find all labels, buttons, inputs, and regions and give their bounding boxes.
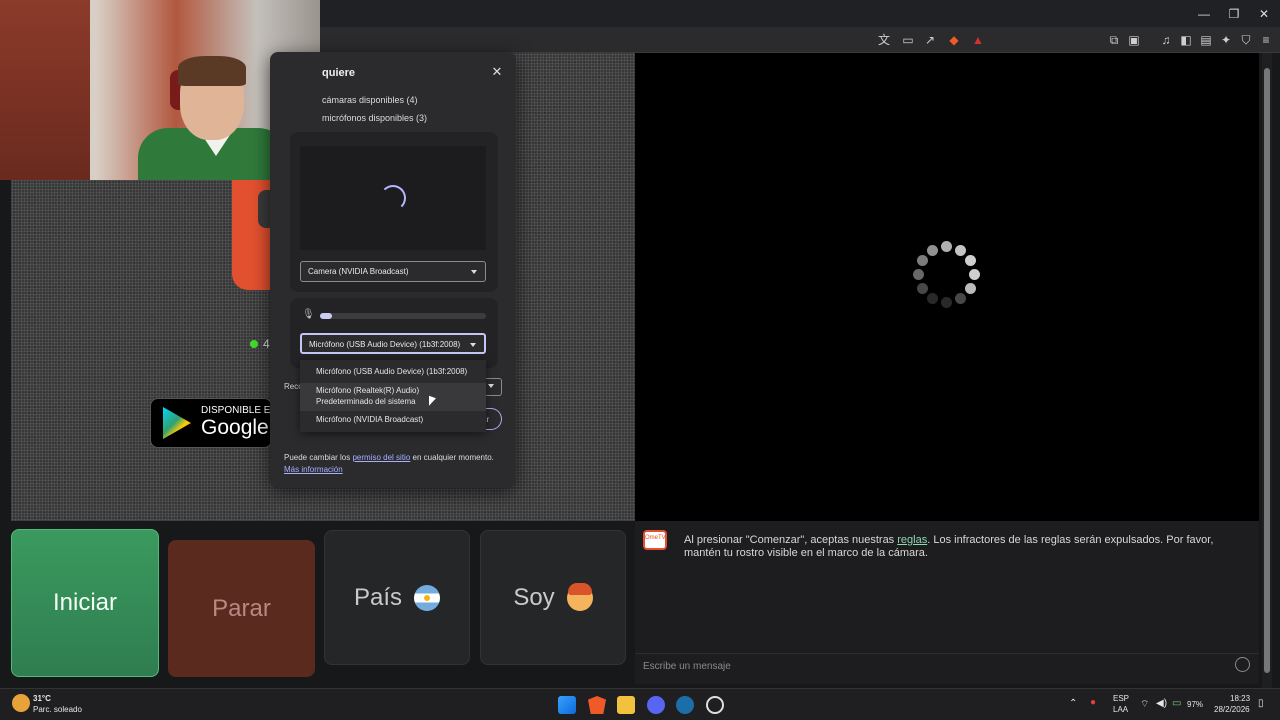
tray-mic-icon[interactable]: ● (1090, 697, 1096, 708)
gender-button[interactable]: Soy (480, 530, 626, 665)
gplay-caption: DISPONIBLE EN (201, 405, 272, 416)
mouse-cursor-icon (429, 395, 436, 409)
gplay-brand: Google (201, 416, 269, 439)
gender-label: Soy (513, 583, 555, 611)
online-count: 4 (263, 337, 270, 351)
mic-level-fill (320, 313, 332, 319)
wallet-icon[interactable]: ▤ (1198, 32, 1214, 48)
brave-icon[interactable] (588, 696, 606, 714)
language-bottom: LAA (1113, 705, 1129, 714)
language-top: ESP (1113, 694, 1130, 703)
media-icon[interactable]: ♫ (1158, 32, 1174, 48)
stop-label: Parar (212, 594, 271, 622)
dropdown-option-nvidia[interactable]: Micrófono (NVIDIA Broadcast) (300, 415, 486, 425)
chevron-down-icon (470, 343, 476, 347)
steam-icon[interactable] (676, 696, 694, 714)
microphone-select[interactable]: Micrófono (USB Audio Device) (1b3f:2008) (300, 333, 486, 354)
footer-text-post: en cualquier momento. (410, 453, 494, 462)
spinner-dot (927, 244, 938, 256)
close-icon[interactable]: ✕ (490, 65, 504, 79)
spinner-dot (955, 244, 966, 256)
battery-percent: 97% (1187, 700, 1204, 709)
chat-input[interactable]: Escribe un mensaje (635, 653, 1259, 677)
dropdown-option-realtek[interactable]: Micrófono (Realtek(R) Audio) (300, 386, 486, 396)
menu-icon[interactable]: ≡ (1258, 32, 1274, 48)
minimize-icon[interactable]: — (1196, 6, 1212, 22)
sidebar-icon[interactable]: ◧ (1178, 32, 1194, 48)
spinner-dot (916, 255, 928, 266)
windows-taskbar (0, 688, 1280, 720)
camera-select-value: Camera (NVIDIA Broadcast) (308, 267, 409, 276)
translate-icon[interactable]: 文 (876, 32, 892, 48)
site-permission-link[interactable]: permiso del sitio (352, 453, 410, 462)
wifi-icon[interactable]: ⌔ (1140, 698, 1149, 711)
country-label: País (353, 583, 403, 611)
windows-start-icon[interactable] (558, 696, 576, 714)
spinner-dot (913, 269, 924, 280)
restore-icon[interactable]: ❐ (1226, 6, 1242, 22)
discord-icon[interactable] (647, 696, 665, 714)
notifications-icon[interactable]: ▯ (1258, 698, 1264, 709)
share-icon[interactable]: ↗ (922, 32, 938, 48)
clock-date[interactable]: 28/2/2026 (1214, 705, 1250, 714)
footer-text-pre: Puede cambiar los (284, 453, 353, 462)
spinner-dot (969, 269, 980, 280)
obs-icon[interactable] (706, 696, 724, 714)
dialog-title: quiere (322, 67, 356, 79)
scrollbar-thumb[interactable] (1264, 68, 1270, 673)
chat-msg-pre: Al presionar "Comenzar", aceptas nuestra… (684, 534, 898, 546)
weather-temp: 31°C (33, 694, 51, 703)
vpn-icon[interactable]: ⛉ (1238, 32, 1254, 48)
dropdown-option-usb[interactable]: Micrófono (USB Audio Device) (1b3f:2008) (300, 367, 486, 377)
close-window-icon[interactable]: ✕ (1256, 6, 1272, 22)
more-info-link[interactable]: Más información (284, 465, 343, 474)
dropdown-option-realtek-sub: Predeterminado del sistema (316, 397, 416, 406)
country-button[interactable]: País (324, 530, 470, 665)
camera-select[interactable]: Camera (NVIDIA Broadcast) (300, 261, 486, 282)
tray-chevron-icon[interactable]: ⌃ (1069, 698, 1077, 709)
file-explorer-icon[interactable] (617, 696, 635, 714)
brave-shield-icon[interactable]: ◆ (946, 32, 962, 48)
argentina-flag-icon (414, 584, 441, 611)
ometv-logo-icon: OmeTV (643, 530, 667, 550)
microphone-select-value: Micrófono (USB Audio Device) (1b3f:2008) (309, 340, 461, 349)
cameras-available: cámaras disponibles (4) (322, 95, 418, 105)
online-indicator-icon (250, 340, 258, 348)
weather-desc: Parc. soleado (33, 705, 82, 714)
battery-icon[interactable]: ▭ (1172, 698, 1181, 709)
google-play-icon (163, 407, 191, 439)
microphone-icon: 🎙 (302, 309, 315, 320)
start-label: Iniciar (52, 589, 118, 616)
extensions-icon[interactable]: ⧉ (1106, 32, 1122, 48)
leo-icon[interactable]: ✦ (1218, 32, 1234, 48)
mic-level-track (320, 313, 486, 319)
spinner-dot (941, 297, 952, 308)
dialog-footer: Puede cambiar los permiso del sitio en c… (284, 452, 508, 476)
brave-rewards-icon[interactable]: ▲ (970, 32, 986, 48)
volume-icon[interactable]: ◀) (1156, 698, 1167, 709)
cast-icon[interactable]: ▭ (900, 32, 916, 48)
stop-button[interactable]: Parar (168, 540, 315, 677)
chevron-down-icon (471, 270, 477, 274)
remote-video-area (635, 53, 1259, 521)
clock-time[interactable]: 18:23 (1230, 694, 1250, 703)
webcam-background (0, 0, 90, 180)
chevron-down-icon (488, 384, 494, 388)
spinner-dot (916, 283, 928, 294)
spinner-dot (941, 241, 952, 252)
tab-search-icon[interactable]: ▣ (1126, 32, 1142, 48)
webcam-person-hair (178, 56, 246, 86)
boy-emoji-icon (566, 582, 593, 611)
mics-available: micrófonos disponibles (3) (322, 113, 428, 123)
chat-system-message: Al presionar "Comenzar", aceptas nuestra… (684, 534, 1214, 560)
camera-loading-icon (380, 185, 406, 211)
google-play-badge[interactable]: DISPONIBLE EN Google (150, 398, 272, 448)
start-button[interactable]: Iniciar (11, 529, 159, 677)
emoji-icon[interactable] (1235, 657, 1250, 672)
weather-icon[interactable] (12, 694, 30, 712)
rules-link[interactable]: reglas (897, 534, 927, 546)
